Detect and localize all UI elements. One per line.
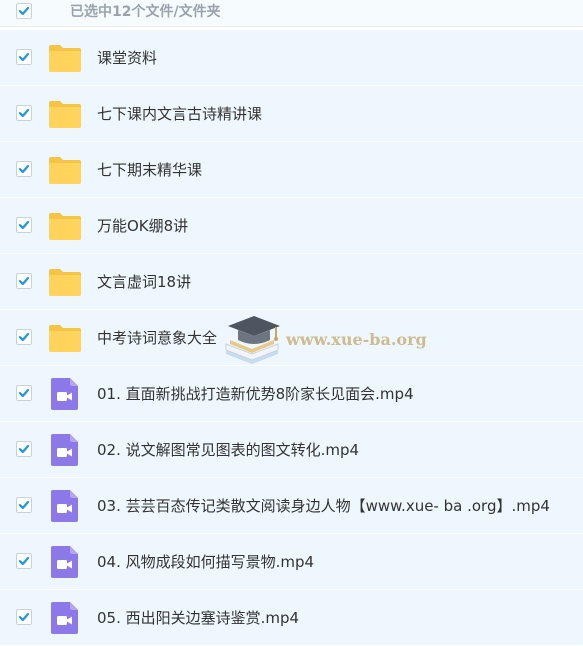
file-name[interactable]: 01. 直面新挑战打造新优势8阶家长见面会.mp4: [97, 384, 414, 404]
row-checkbox[interactable]: [16, 329, 32, 345]
graduation-cap-logo-icon: [225, 316, 280, 364]
file-row[interactable]: 01. 直面新挑战打造新优势8阶家长见面会.mp4: [0, 366, 583, 422]
file-row[interactable]: 02. 说文解图常见图表的图文转化.mp4: [0, 422, 583, 478]
checkmark-icon: [18, 444, 30, 454]
row-checkbox[interactable]: [16, 441, 32, 457]
checkmark-icon: [18, 556, 30, 566]
folder-icon: [48, 155, 82, 189]
video-file-icon: [48, 433, 82, 471]
row-checkbox[interactable]: [16, 161, 32, 177]
row-checkbox[interactable]: [16, 49, 32, 65]
folder-icon: [48, 211, 82, 245]
video-file-icon: [48, 489, 82, 527]
folder-icon: [48, 99, 82, 133]
file-name[interactable]: 中考诗词意象大全: [97, 328, 217, 348]
row-checkbox[interactable]: [16, 609, 32, 625]
video-file-icon: [48, 601, 82, 639]
file-row[interactable]: 文言虚词18讲: [0, 254, 583, 310]
row-checkbox[interactable]: [16, 497, 32, 513]
file-name[interactable]: 02. 说文解图常见图表的图文转化.mp4: [97, 440, 359, 460]
file-name[interactable]: 七下课内文言古诗精讲课: [97, 104, 262, 124]
checkmark-icon: [18, 500, 30, 510]
file-row[interactable]: 七下课内文言古诗精讲课: [0, 86, 583, 142]
row-checkbox[interactable]: [16, 553, 32, 569]
checkmark-icon: [18, 612, 30, 622]
checkmark-icon: [18, 276, 30, 286]
folder-icon: [48, 267, 82, 301]
row-checkbox[interactable]: [16, 273, 32, 289]
selection-header: 已选中12个文件/文件夹: [0, 0, 583, 27]
row-checkbox[interactable]: [16, 217, 32, 233]
checkmark-icon: [18, 164, 30, 174]
file-name[interactable]: 05. 西出阳关边塞诗鉴赏.mp4: [97, 608, 299, 628]
file-row[interactable]: 七下期末精华课: [0, 142, 583, 198]
folder-icon: [48, 43, 82, 77]
checkmark-icon: [18, 220, 30, 230]
video-file-icon: [48, 545, 82, 583]
file-row[interactable]: 03. 芸芸百态传记类散文阅读身边人物【www.xue- ba .org】.mp…: [0, 478, 583, 534]
file-row[interactable]: 04. 风物成段如何描写景物.mp4: [0, 534, 583, 590]
file-name[interactable]: 文言虚词18讲: [97, 272, 191, 292]
file-row[interactable]: 05. 西出阳关边塞诗鉴赏.mp4: [0, 590, 583, 646]
checkmark-icon: [18, 388, 30, 398]
file-row[interactable]: 课堂资料: [0, 30, 583, 86]
file-name[interactable]: 04. 风物成段如何描写景物.mp4: [97, 552, 314, 572]
checkmark-icon: [18, 332, 30, 342]
row-checkbox[interactable]: [16, 385, 32, 401]
file-name[interactable]: 七下期末精华课: [97, 160, 202, 180]
row-checkbox[interactable]: [16, 105, 32, 121]
file-row[interactable]: 万能OK绷8讲: [0, 198, 583, 254]
file-name[interactable]: 万能OK绷8讲: [97, 216, 188, 236]
checkmark-icon: [18, 108, 30, 118]
selection-count-label: 已选中12个文件/文件夹: [70, 4, 221, 20]
select-all-checkbox[interactable]: [16, 3, 32, 19]
file-name[interactable]: 课堂资料: [97, 48, 157, 68]
checkmark-icon: [18, 6, 30, 16]
checkmark-icon: [18, 52, 30, 62]
folder-icon: [48, 323, 82, 357]
video-file-icon: [48, 377, 82, 415]
file-name[interactable]: 03. 芸芸百态传记类散文阅读身边人物【www.xue- ba .org】.mp…: [97, 496, 550, 516]
watermark-text: www.xue-ba.org: [286, 330, 427, 349]
watermark: www.xue-ba.org: [222, 310, 432, 366]
